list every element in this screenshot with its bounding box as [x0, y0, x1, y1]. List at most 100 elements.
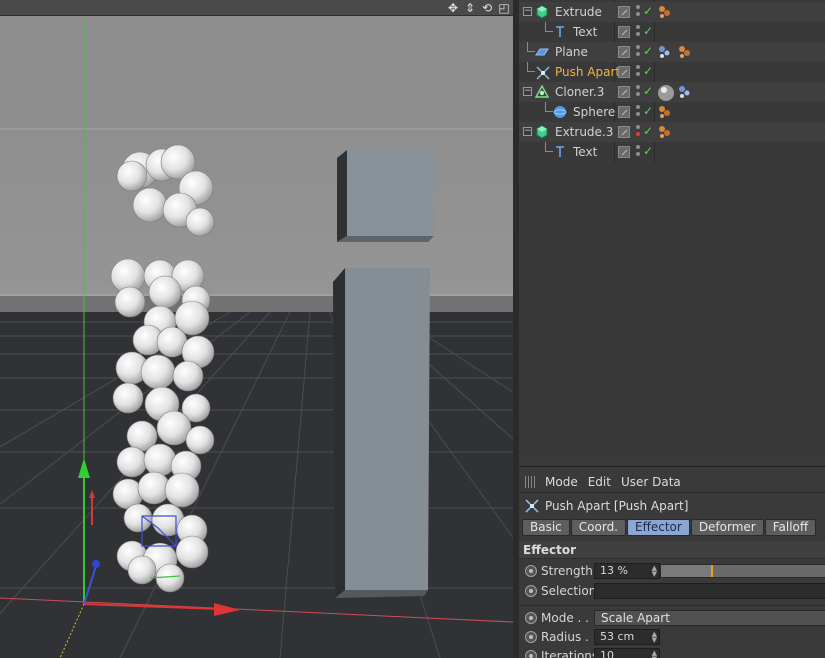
- push-apart-effector-icon: [525, 499, 539, 513]
- spline-text-icon: [553, 25, 567, 39]
- animate-radio[interactable]: [525, 585, 537, 597]
- plane-icon: [535, 45, 549, 59]
- layer-toggle-icon[interactable]: [618, 86, 630, 98]
- layer-toggle-icon[interactable]: [618, 46, 630, 58]
- animate-radio[interactable]: [525, 631, 537, 643]
- enabled-check-icon[interactable]: ✓: [643, 104, 653, 118]
- selection-label: Selection: [541, 584, 597, 598]
- enabled-check-icon[interactable]: ✓: [643, 84, 653, 98]
- sphere-clone: [112, 382, 144, 414]
- visibility-dots-icon[interactable]: [636, 65, 641, 79]
- object-row[interactable]: − Extrude.3 ✓: [519, 122, 825, 142]
- sphere-clone: [114, 286, 146, 318]
- enabled-check-icon[interactable]: ✓: [643, 4, 653, 18]
- layer-toggle-icon[interactable]: [618, 126, 630, 138]
- object-tag-icon[interactable]: [657, 44, 673, 60]
- menu-edit[interactable]: Edit: [588, 475, 611, 489]
- viewport-3d[interactable]: ✥ ⇕ ⟲ ◰: [0, 0, 513, 658]
- collapse-icon[interactable]: −: [523, 87, 532, 96]
- material-tag-icon[interactable]: [657, 84, 674, 101]
- object-name[interactable]: Extrude: [555, 5, 602, 19]
- object-row[interactable]: Text ✓: [519, 142, 825, 162]
- zoom-view-icon[interactable]: ⇕: [463, 1, 477, 15]
- object-name[interactable]: Extrude.3: [555, 125, 613, 139]
- tab-effector[interactable]: Effector: [627, 519, 690, 536]
- sphere-clone: [164, 472, 200, 508]
- spin-arrows-icon[interactable]: ▲▼: [652, 565, 657, 578]
- tab-deformer[interactable]: Deformer: [690, 519, 764, 536]
- menu-user-data[interactable]: User Data: [621, 475, 681, 489]
- radius-input[interactable]: 53 cm ▲ ▼: [594, 629, 660, 645]
- param-strength: Strength 13 % ▲ ▼: [523, 562, 825, 580]
- spline-text-icon: [553, 145, 567, 159]
- object-name[interactable]: Text: [573, 145, 597, 159]
- menu-mode[interactable]: Mode: [545, 475, 578, 489]
- sphere-clone: [185, 425, 215, 455]
- object-row[interactable]: − Extrude ✓: [519, 2, 825, 22]
- visibility-dots-icon[interactable]: [636, 125, 641, 139]
- layer-toggle-icon[interactable]: [618, 106, 630, 118]
- visibility-dots-icon[interactable]: [636, 145, 641, 159]
- layer-toggle-icon[interactable]: [618, 66, 630, 78]
- animate-radio[interactable]: [525, 612, 537, 624]
- animate-radio[interactable]: [525, 565, 537, 577]
- maximize-view-icon[interactable]: ◰: [497, 1, 511, 15]
- param-selection: Selection: [523, 582, 825, 600]
- object-name[interactable]: Plane: [555, 45, 588, 59]
- enabled-check-icon[interactable]: ✓: [643, 124, 653, 138]
- strength-slider[interactable]: [660, 564, 825, 578]
- spin-arrows-icon[interactable]: ▲▼: [652, 650, 657, 658]
- iterations-value: 10: [600, 649, 614, 658]
- object-name[interactable]: Cloner.3: [555, 85, 604, 99]
- attribute-tabs: Basic Coord. Effector Deformer Falloff: [522, 519, 817, 536]
- visibility-dots-icon[interactable]: [636, 45, 641, 59]
- object-tag-icon[interactable]: [657, 4, 673, 20]
- tab-falloff[interactable]: Falloff: [764, 519, 817, 536]
- strength-input[interactable]: 13 % ▲ ▼: [594, 563, 660, 579]
- extrude-icon: [535, 5, 549, 19]
- slider-marker[interactable]: [711, 565, 713, 577]
- iterations-input[interactable]: 10 ▲▼: [594, 648, 660, 658]
- enabled-check-icon[interactable]: ✓: [643, 144, 653, 158]
- tab-coord[interactable]: Coord.: [570, 519, 626, 536]
- object-tag-icon[interactable]: [677, 44, 693, 60]
- tree-connector: [545, 142, 553, 152]
- collapse-icon[interactable]: −: [523, 7, 532, 16]
- object-tag-icon[interactable]: [657, 104, 673, 120]
- grip-handle-icon[interactable]: [525, 475, 537, 488]
- spin-arrows-icon[interactable]: ▲▼: [652, 631, 657, 644]
- selection-link-field[interactable]: [594, 583, 825, 599]
- sphere-clone: [143, 443, 177, 477]
- param-mode: Mode . . . Scale Apart: [523, 609, 825, 627]
- mode-dropdown[interactable]: Scale Apart: [594, 610, 825, 626]
- layer-toggle-icon[interactable]: [618, 6, 630, 18]
- enabled-check-icon[interactable]: ✓: [643, 24, 653, 38]
- collapse-icon[interactable]: −: [523, 127, 532, 136]
- animate-radio[interactable]: [525, 650, 537, 658]
- object-name[interactable]: Sphere: [573, 105, 615, 119]
- visibility-dots-icon[interactable]: [636, 5, 641, 19]
- object-row[interactable]: Text ✓: [519, 22, 825, 42]
- object-name[interactable]: Text: [573, 25, 597, 39]
- enabled-check-icon[interactable]: ✓: [643, 64, 653, 78]
- enabled-check-icon[interactable]: ✓: [643, 44, 653, 58]
- visibility-dots-icon[interactable]: [636, 85, 641, 99]
- visibility-dots-icon[interactable]: [636, 105, 641, 119]
- layer-toggle-icon[interactable]: [618, 26, 630, 38]
- visibility-dots-icon[interactable]: [636, 25, 641, 39]
- move-view-icon[interactable]: ✥: [446, 1, 460, 15]
- mode-label: Mode . . .: [541, 611, 597, 625]
- viewport-header: ✥ ⇕ ⟲ ◰: [0, 0, 513, 16]
- object-row[interactable]: − Cloner.3 ✓: [519, 82, 825, 102]
- object-row[interactable]: Push Apart ✓: [519, 62, 825, 82]
- tab-basic[interactable]: Basic: [522, 519, 570, 536]
- layer-toggle-icon[interactable]: [618, 146, 630, 158]
- cloner-icon: [534, 84, 550, 99]
- object-tag-icon[interactable]: [677, 84, 693, 100]
- separator: [519, 605, 825, 606]
- object-row[interactable]: Sphere ✓: [519, 102, 825, 122]
- object-row[interactable]: Plane ✓: [519, 42, 825, 62]
- object-name[interactable]: Push Apart: [555, 65, 620, 79]
- rotate-view-icon[interactable]: ⟲: [480, 1, 494, 15]
- object-tag-icon[interactable]: [657, 124, 673, 140]
